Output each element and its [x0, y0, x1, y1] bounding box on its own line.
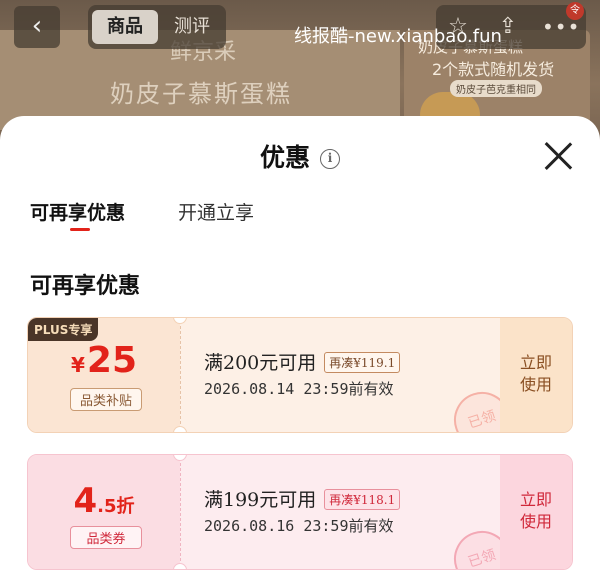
coupon-amount-unit: .5折 [97, 496, 135, 517]
coupon-condition-line: 满200元可用 再凑¥119.1 [204, 348, 401, 375]
side-image-line2: 2个款式随机发货 [432, 60, 555, 79]
top-tabs: 商品 测评 [88, 5, 226, 49]
side-image-tag: 奶皮子芭克重相同 [450, 80, 542, 97]
info-icon[interactable]: i [320, 149, 340, 169]
coupon-amount-value: 25 [86, 340, 138, 381]
currency-symbol: ¥ [70, 353, 85, 377]
coupon-divider [180, 463, 181, 561]
coupon-condition: 满200元可用 [204, 352, 317, 374]
close-icon[interactable] [542, 140, 574, 172]
coupon-amount: 4.5折 [28, 481, 180, 521]
watermark: 线报酷-new.xianbao.fun [294, 26, 502, 47]
back-button[interactable]: ‹ [14, 6, 60, 48]
tab-available-discount[interactable]: 可再享优惠 [30, 198, 125, 225]
coupon-notch [173, 426, 187, 432]
coupon-condition-line: 满199元可用 再凑¥118.1 [204, 485, 401, 512]
coupon-notch [173, 563, 187, 569]
use-now-button[interactable]: 立即使用 [500, 318, 572, 432]
back-arrow-icon: ‹ [31, 11, 43, 41]
coupon-card: 4.5折 品类券 满199元可用 再凑¥118.1 2026.08.16 23:5… [27, 454, 573, 570]
coupon-card: PLUS专享 ¥25 品类补贴 满200元可用 再凑¥119.1 2026.08.… [27, 317, 573, 433]
coupon-category: 品类券 [70, 526, 142, 549]
message-badge: 令 [566, 2, 584, 20]
tab-product[interactable]: 商品 [92, 10, 158, 44]
coupon-category: 品类补贴 [70, 388, 142, 411]
use-now-button[interactable]: 立即使用 [500, 455, 572, 569]
coupon-extra-needed: 再凑¥119.1 [324, 352, 401, 373]
tab-open-membership[interactable]: 开通立享 [178, 198, 254, 225]
product-banner-title: 奶皮子慕斯蛋糕 [110, 80, 292, 108]
coupon-expiry: 2026.08.14 23:59前有效 [204, 380, 394, 398]
coupon-amount-value: 4 [73, 481, 98, 521]
active-tab-indicator [70, 228, 90, 231]
use-now-label: 立即使用 [519, 353, 552, 394]
sheet-title: 优惠 [259, 143, 310, 172]
use-now-label: 立即使用 [519, 490, 552, 531]
tab-review[interactable]: 测评 [162, 10, 222, 44]
coupon-divider [180, 326, 181, 424]
section-title: 可再享优惠 [30, 273, 141, 299]
coupon-condition: 满199元可用 [204, 489, 317, 511]
sheet-header: 优惠 i [0, 138, 600, 174]
coupon-extra-needed: 再凑¥118.1 [324, 489, 401, 510]
coupon-expiry: 2026.08.16 23:59前有效 [204, 517, 394, 535]
coupon-amount: ¥25 [28, 340, 180, 381]
plus-exclusive-badge: PLUS专享 [28, 318, 99, 341]
more-icon[interactable]: ••• [542, 13, 579, 41]
